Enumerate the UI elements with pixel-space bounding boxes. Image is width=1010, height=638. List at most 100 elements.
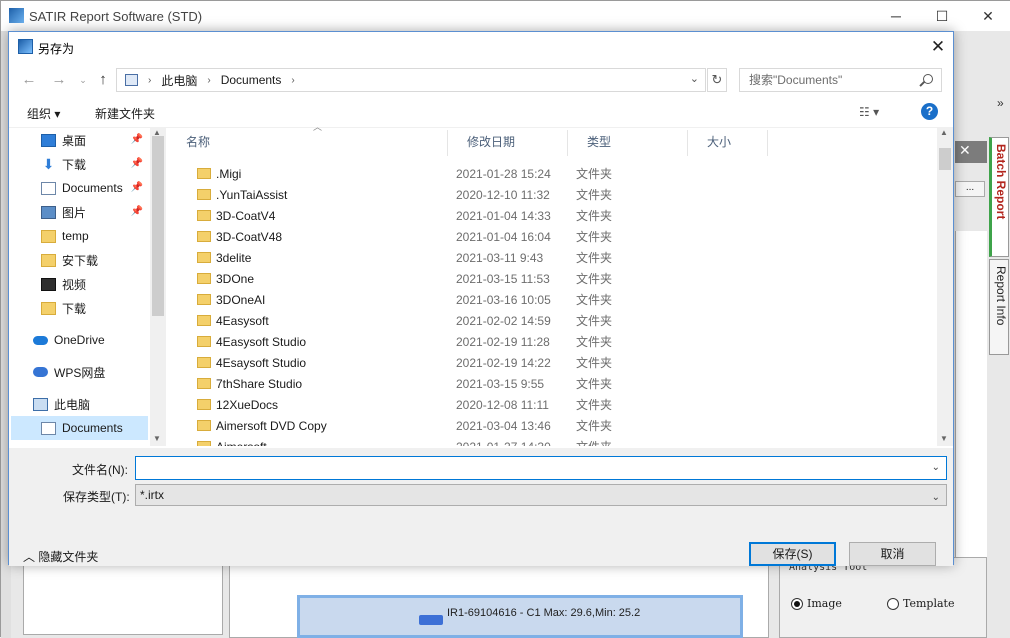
- tree-item-downloads[interactable]: ⬇ 下载 📌: [9, 152, 149, 176]
- file-row[interactable]: .Migi2021-01-28 15:24文件夹: [187, 163, 937, 184]
- breadcrumb-this-pc[interactable]: 此电脑: [161, 72, 197, 89]
- column-header-name[interactable]: 名称: [167, 130, 448, 156]
- help-icon[interactable]: ?: [921, 103, 938, 120]
- radio-image-dot[interactable]: [791, 598, 803, 610]
- download-icon: ⬇: [41, 158, 56, 171]
- file-row[interactable]: Aimersoft DVD Copy2021-03-04 13:46文件夹: [187, 415, 937, 436]
- chevron-right-icon[interactable]: ›: [148, 75, 151, 86]
- up-arrow-icon[interactable]: ↑: [93, 70, 113, 90]
- file-date: 2021-03-11 9:43: [456, 251, 576, 265]
- address-dropdown-icon[interactable]: ⌄: [690, 72, 699, 85]
- breadcrumb-documents[interactable]: Documents: [221, 73, 282, 87]
- file-row[interactable]: .YunTaiAssist2020-12-10 11:32文件夹: [187, 184, 937, 205]
- tab-report-info[interactable]: Report Info: [989, 259, 1009, 355]
- radio-template[interactable]: Template: [887, 597, 954, 610]
- recent-dropdown-icon[interactable]: ⌄: [73, 70, 93, 90]
- tree-item-label: 下载: [62, 156, 86, 173]
- browse-button[interactable]: ...: [955, 181, 985, 197]
- minimize-icon[interactable]: ─: [873, 1, 919, 31]
- folder-icon: [41, 254, 56, 267]
- tree-item-wps-cloud[interactable]: WPS网盘: [9, 360, 149, 384]
- tree-item-this-pc[interactable]: 此电脑: [9, 392, 149, 416]
- tree-item-label: 图片: [62, 204, 86, 221]
- close-icon[interactable]: ✕: [965, 1, 1010, 31]
- file-row[interactable]: 4Esaysoft Studio2021-02-19 14:22文件夹: [187, 352, 937, 373]
- navigation-scrollbar[interactable]: ▲ ▼: [150, 128, 166, 446]
- file-row[interactable]: Aimersoft2021-01-27 14:30文件夹: [187, 436, 937, 446]
- scroll-down-icon[interactable]: ▼: [153, 434, 161, 443]
- scroll-down-icon[interactable]: ▼: [940, 434, 948, 443]
- radio-image[interactable]: Image: [791, 597, 842, 610]
- file-type: 文件夹: [576, 270, 696, 287]
- tree-item-desktop[interactable]: 桌面 📌: [9, 128, 149, 152]
- organize-menu[interactable]: 组织 ▾: [27, 105, 60, 122]
- scrollbar-thumb[interactable]: [152, 136, 164, 316]
- back-arrow-icon[interactable]: ←: [19, 70, 39, 90]
- column-header-size[interactable]: 大小: [688, 130, 768, 156]
- file-name: .YunTaiAssist: [216, 188, 456, 202]
- panel-close-icon[interactable]: ✕: [959, 142, 971, 159]
- address-bar[interactable]: › 此电脑 › Documents › ⌄: [116, 68, 706, 92]
- column-header-type[interactable]: 类型: [568, 130, 688, 156]
- view-options-icon[interactable]: ☷ ▾: [859, 105, 879, 119]
- tree-item-label: 桌面: [62, 132, 86, 149]
- tree-item-pictures[interactable]: 图片 📌: [9, 200, 149, 224]
- hide-folders-toggle[interactable]: ︿ 隐藏文件夹: [23, 548, 98, 565]
- cancel-button[interactable]: 取消: [849, 542, 936, 566]
- file-list-scrollbar[interactable]: ▲ ▼: [937, 128, 953, 446]
- radio-template-dot[interactable]: [887, 598, 899, 610]
- tree-item-temp[interactable]: temp: [9, 224, 149, 248]
- tree-item-label: 此电脑: [54, 396, 90, 413]
- search-icon[interactable]: [923, 74, 933, 84]
- column-header-date[interactable]: 修改日期: [448, 130, 568, 156]
- chevron-up-icon: ︿: [23, 550, 35, 564]
- pin-icon[interactable]: 📌: [131, 134, 143, 145]
- chevron-right-icon[interactable]: ›: [207, 75, 210, 86]
- file-row[interactable]: 3D-CoatV482021-01-04 16:04文件夹: [187, 226, 937, 247]
- file-row[interactable]: 4Easysoft2021-02-02 14:59文件夹: [187, 310, 937, 331]
- file-row[interactable]: 4Easysoft Studio2021-02-19 11:28文件夹: [187, 331, 937, 352]
- pin-icon[interactable]: 📌: [131, 158, 143, 169]
- filetype-label: 保存类型(T):: [63, 488, 130, 505]
- scroll-up-icon[interactable]: ▲: [940, 128, 948, 137]
- file-row[interactable]: 3DOne2021-03-15 11:53文件夹: [187, 268, 937, 289]
- tree-item-an-download[interactable]: 安下载: [9, 248, 149, 272]
- maximize-icon[interactable]: ☐: [919, 1, 965, 31]
- chevron-right-icon[interactable]: ›: [291, 75, 294, 86]
- chevron-right-icon[interactable]: »: [997, 96, 1004, 110]
- save-button[interactable]: 保存(S): [749, 542, 836, 566]
- forward-arrow-icon[interactable]: →: [49, 70, 69, 90]
- filetype-select[interactable]: *.irtx ⌄: [135, 484, 947, 506]
- new-folder-button[interactable]: 新建文件夹: [95, 105, 155, 122]
- refresh-icon[interactable]: ↻: [707, 68, 727, 92]
- file-row[interactable]: 3D-CoatV42021-01-04 14:33文件夹: [187, 205, 937, 226]
- file-date: 2021-02-19 11:28: [456, 335, 576, 349]
- tree-item-videos[interactable]: 视频: [9, 272, 149, 296]
- file-row[interactable]: 3DOneAI2021-03-16 10:05文件夹: [187, 289, 937, 310]
- dialog-close-icon[interactable]: ✕: [923, 35, 953, 59]
- chevron-down-icon[interactable]: ⌄: [932, 462, 940, 473]
- tree-item-documents-selected[interactable]: Documents: [11, 416, 148, 440]
- documents-icon: [41, 422, 56, 435]
- filename-input[interactable]: ⌄: [135, 456, 947, 480]
- folder-icon: [197, 357, 211, 368]
- file-row[interactable]: 12XueDocs2020-12-08 11:11文件夹: [187, 394, 937, 415]
- tree-item-downloads-folder[interactable]: 下载: [9, 296, 149, 320]
- file-type: 文件夹: [576, 438, 696, 446]
- pin-icon[interactable]: 📌: [131, 206, 143, 217]
- file-row[interactable]: 3delite2021-03-11 9:43文件夹: [187, 247, 937, 268]
- pin-icon[interactable]: 📌: [131, 182, 143, 193]
- chevron-down-icon[interactable]: ⌄: [932, 488, 940, 508]
- save-as-dialog: 另存为 ✕ ← → ⌄ ↑ › 此电脑 › Documents › ⌄ ↻ 搜索…: [8, 31, 954, 565]
- tree-item-documents[interactable]: Documents 📌: [9, 176, 149, 200]
- folder-icon: [197, 378, 211, 389]
- folder-icon: [197, 273, 211, 284]
- search-input[interactable]: 搜索"Documents": [739, 68, 942, 92]
- tree-item-label: 下载: [62, 300, 86, 317]
- file-row[interactable]: 7thShare Studio2021-03-15 9:55文件夹: [187, 373, 937, 394]
- tab-batch-report[interactable]: Batch Report: [989, 137, 1009, 257]
- file-type: 文件夹: [576, 354, 696, 371]
- wps-cloud-icon: [33, 367, 48, 377]
- tree-item-onedrive[interactable]: OneDrive: [9, 328, 149, 352]
- scrollbar-thumb[interactable]: [939, 148, 951, 170]
